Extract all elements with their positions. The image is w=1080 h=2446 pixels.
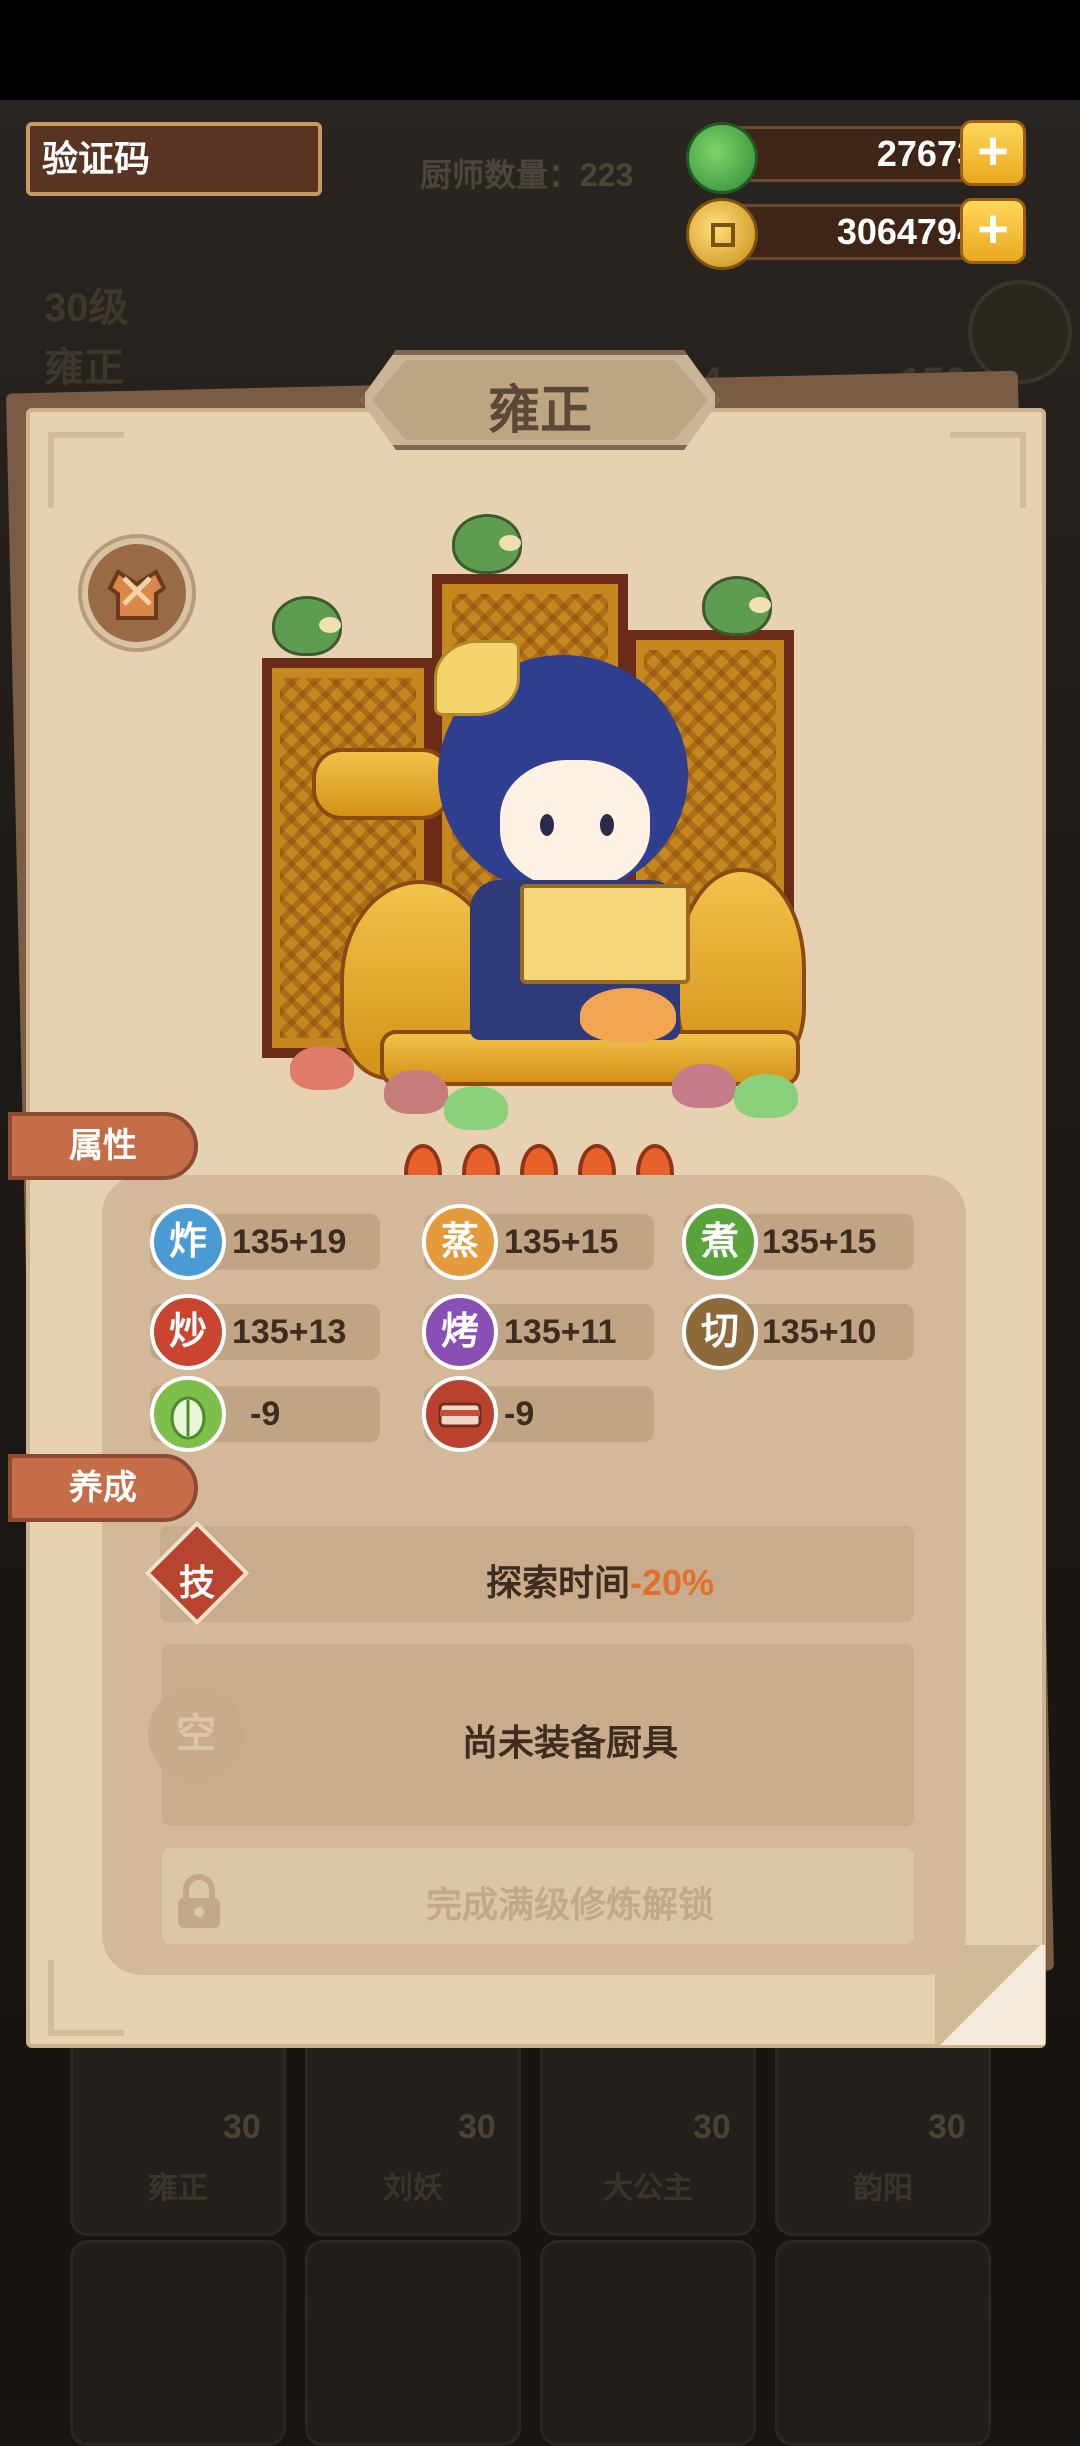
stat-stirfry-icon: 炒 <box>150 1294 226 1370</box>
parrot-icon <box>272 596 342 656</box>
parrot-icon <box>702 576 772 636</box>
add-coin-button[interactable]: + <box>960 198 1026 264</box>
equipment-empty-text: 尚未装备厨具 <box>461 1722 678 1763</box>
panel-corner-ornament <box>48 1960 124 2036</box>
card-level: 30 <box>458 2108 496 2146</box>
stat-roast-value: 135+11 <box>504 1313 617 1351</box>
stat-cut-value: 135+10 <box>762 1313 877 1351</box>
background-chef-card: 30 雍正 <box>70 2030 286 2236</box>
blob-creature <box>734 1074 798 1118</box>
chef-name-title: 雍正 <box>487 382 592 440</box>
stat-steam-value: 135+15 <box>504 1223 619 1261</box>
stat-boil-icon: 煮 <box>682 1204 758 1280</box>
coin-hole <box>711 223 735 247</box>
skill-description: 探索时间-20% <box>300 1554 900 1606</box>
panel-corner-ornament <box>48 432 124 508</box>
character-face <box>500 760 650 888</box>
open-book <box>520 884 690 984</box>
stat-stirfry-value: 135+13 <box>232 1313 347 1351</box>
skill-text: 探索时间 <box>485 1562 630 1603</box>
stat-fry-icon: 炸 <box>150 1204 226 1280</box>
throne-arm <box>312 748 452 820</box>
blob-creature <box>384 1070 448 1114</box>
skill-highlight: -20% <box>629 1562 715 1603</box>
hair-ornament <box>434 640 520 716</box>
add-jade-button[interactable]: + <box>960 120 1026 186</box>
card-name: 韵阳 <box>853 2172 913 2205</box>
stat-steam-icon: 蒸 <box>422 1204 498 1280</box>
blob-creature <box>672 1064 736 1108</box>
card-name: 刘妖 <box>383 2172 443 2205</box>
background-chef-card: 30 大公主 <box>540 2030 756 2236</box>
section-tab-attributes: 属性 <box>8 1112 198 1180</box>
chef-count-label: 厨师数量：223 <box>420 157 634 193</box>
skill-badge-label: 技 <box>178 1562 215 1603</box>
card-name: 雍正 <box>148 2172 208 2205</box>
background-chef-card: 30 韵阳 <box>775 2030 991 2236</box>
background-level: 30级 <box>44 286 129 330</box>
parrot-icon <box>452 514 522 574</box>
stat-roast-icon: 烤 <box>422 1294 498 1370</box>
section-tab-cultivation: 养成 <box>8 1454 198 1522</box>
background-round-button <box>968 280 1072 384</box>
background-name: 雍正 <box>44 346 124 390</box>
empty-equipment-circle: 空 <box>148 1686 244 1782</box>
background-chef-card: 30 刘妖 <box>305 2030 521 2236</box>
captcha-button[interactable]: 验证码 <box>26 122 322 196</box>
stat-meat-value: -9 <box>504 1395 535 1433</box>
blob-creature <box>444 1086 508 1130</box>
stat-boil-value: 135+15 <box>762 1223 877 1261</box>
card-level: 30 <box>223 2108 261 2146</box>
stat-vegetable-value: -9 <box>250 1395 281 1433</box>
stat-cut-icon: 切 <box>682 1294 758 1370</box>
card-name: 大公主 <box>603 2172 693 2205</box>
panel-corner-ornament <box>950 432 1026 508</box>
background-chef-card <box>70 2240 286 2446</box>
meat-icon <box>422 1376 498 1452</box>
sleeping-cat <box>580 988 676 1042</box>
chef-robe-icon[interactable] <box>82 538 192 648</box>
coin-icon <box>686 198 758 270</box>
robe-glyph <box>107 569 167 620</box>
card-level: 30 <box>693 2108 731 2146</box>
blob-creature <box>290 1046 354 1090</box>
stat-fry-value: 135+19 <box>232 1223 347 1261</box>
background-chef-card <box>305 2240 521 2446</box>
locked-slot-text: 完成满级修炼解锁 <box>425 1884 714 1925</box>
status-bar-area <box>0 0 1080 100</box>
lock-icon <box>170 1872 228 1937</box>
background-chef-card <box>540 2240 756 2446</box>
jade-icon <box>686 122 758 194</box>
cabbage-icon <box>150 1376 226 1452</box>
card-level: 30 <box>928 2108 966 2146</box>
background-chef-card <box>775 2240 991 2446</box>
